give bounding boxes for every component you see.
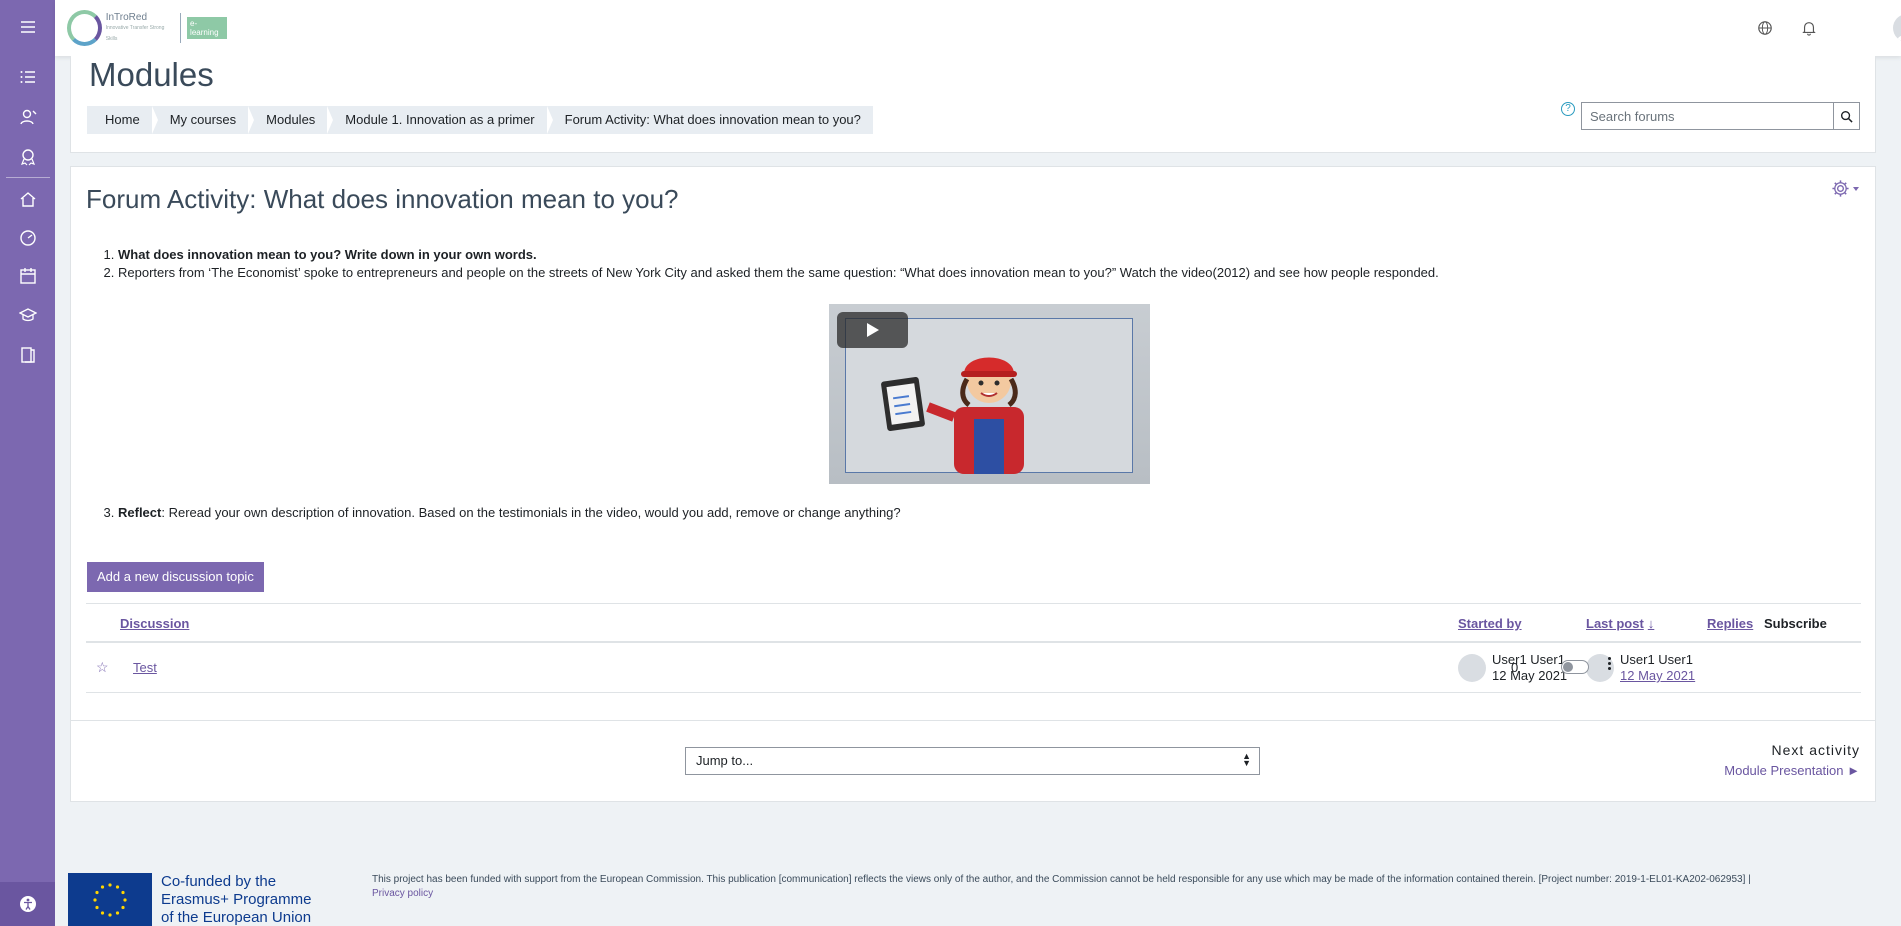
search-input[interactable] <box>1581 102 1834 130</box>
user-icon[interactable] <box>0 99 55 135</box>
language-icon[interactable] <box>1755 18 1775 38</box>
disclaimer-text: This project has been funded with suppor… <box>372 874 1751 885</box>
left-sidebar <box>0 0 55 926</box>
intro-list: What does innovation mean to you? Write … <box>118 246 1439 282</box>
menu-icon[interactable] <box>0 9 55 45</box>
courses-icon[interactable] <box>0 297 55 333</box>
star-icon[interactable]: ☆ <box>96 659 109 676</box>
started-by-date: 12 May 2021 <box>1492 668 1568 683</box>
accessibility-icon[interactable] <box>0 882 55 926</box>
section-divider <box>71 720 1875 721</box>
user-avatar[interactable] <box>1893 14 1901 42</box>
dashboard-icon[interactable] <box>0 220 55 256</box>
eu-funding-text: Co-funded by the Erasmus+ Programme of t… <box>161 873 311 926</box>
next-activity-label: Next activity <box>1771 742 1860 758</box>
logo-mark <box>67 10 102 46</box>
reflect-item: Reflect: Reread your own description of … <box>118 505 901 520</box>
forum-search <box>1581 102 1860 130</box>
list-icon[interactable] <box>0 59 55 95</box>
started-by-name: User1 User1 <box>1492 652 1565 667</box>
discussion-topic-link[interactable]: Test <box>133 660 157 675</box>
sort-arrow-icon: ↓ <box>1647 616 1655 631</box>
replies-count: 0 <box>1511 660 1519 675</box>
avatar <box>1458 654 1486 682</box>
last-post-cell: User1 User1 12 May 2021 <box>1586 652 1695 684</box>
badge-icon[interactable] <box>0 139 55 175</box>
header-subscribe: Subscribe <box>1764 616 1827 631</box>
forum-main: Forum Activity: What does innovation mea… <box>70 166 1876 802</box>
sidebar-divider <box>6 177 50 178</box>
last-post-name: User1 User1 <box>1620 652 1693 667</box>
eu-flag-logo <box>68 873 152 926</box>
header-last-post[interactable]: Last post ↓ <box>1586 616 1654 631</box>
table-row: ☆ Test User1 User1 12 May 2021 User1 Use… <box>86 643 1861 693</box>
last-post-date-link[interactable]: 12 May 2021 <box>1620 668 1695 683</box>
home-icon[interactable] <box>0 181 55 217</box>
breadcrumb: Home My courses Modules Module 1. Innova… <box>87 106 873 134</box>
header-last-post-label: Last post <box>1586 616 1644 631</box>
intro-item-text: What does innovation mean to you? Write … <box>118 247 537 262</box>
eu-stars <box>93 882 127 917</box>
calendar-icon[interactable] <box>0 258 55 294</box>
eu-line-3: of the European Union <box>161 909 312 926</box>
activity-title: Forum Activity: What does innovation mea… <box>86 184 679 214</box>
more-actions-icon[interactable] <box>1608 657 1612 670</box>
jump-to-value: Jump to... <box>696 753 754 768</box>
discussion-table: Discussion Started by Last post ↓ Replies… <box>86 603 1861 693</box>
select-arrows-icon: ▲ ▼ <box>1242 751 1251 768</box>
gear-icon <box>1832 180 1849 197</box>
top-navbar: InTroRed Innovative Transfer Strong Skil… <box>55 0 1901 56</box>
header-replies[interactable]: Replies <box>1707 616 1753 631</box>
play-icon[interactable] <box>837 312 908 348</box>
reflect-text: : Reread your own description of innovat… <box>161 505 901 520</box>
header-discussion[interactable]: Discussion <box>120 616 189 631</box>
breadcrumb-module-1[interactable]: Module 1. Innovation as a primer <box>327 106 553 134</box>
search-button[interactable] <box>1834 102 1860 130</box>
book-icon[interactable] <box>0 337 55 373</box>
header-started-by[interactable]: Started by <box>1458 616 1522 631</box>
subscribe-toggle[interactable] <box>1561 660 1589 674</box>
breadcrumb-my-courses[interactable]: My courses <box>152 106 255 134</box>
page-title: Modules <box>89 56 214 93</box>
site-logo[interactable]: InTroRed Innovative Transfer Strong Skil… <box>67 5 227 51</box>
privacy-policy-link[interactable]: Privacy policy <box>372 888 433 899</box>
settings-menu[interactable] <box>1831 179 1859 198</box>
eu-line-1: Co-funded by the <box>161 873 277 890</box>
bell-icon[interactable] <box>1799 18 1819 38</box>
breadcrumb-forum-activity[interactable]: Forum Activity: What does innovation mea… <box>547 106 873 134</box>
breadcrumb-modules[interactable]: Modules <box>248 106 334 134</box>
table-header: Discussion Started by Last post ↓ Replies… <box>86 603 1861 643</box>
chevron-down-icon <box>1853 186 1859 191</box>
jump-to-select[interactable]: Jump to... ▲ ▼ <box>685 747 1260 775</box>
reflect-label: Reflect <box>118 505 162 520</box>
footer-disclaimer: This project has been funded with suppor… <box>372 873 1872 901</box>
logo-text: InTroRed <box>105 11 148 23</box>
page-header: Modules Home My courses Modules Module 1… <box>70 56 1876 153</box>
logo-badge: e-learning <box>187 17 227 39</box>
next-activity-link[interactable]: Module Presentation ► <box>1724 763 1860 778</box>
add-discussion-button[interactable]: Add a new discussion topic <box>87 562 264 592</box>
eu-line-2: Erasmus+ Programme <box>161 891 312 908</box>
help-icon[interactable]: ? <box>1561 102 1575 116</box>
logo-divider <box>180 13 182 43</box>
intro-item: Reporters from ‘The Economist’ spoke to … <box>118 264 1439 282</box>
search-icon <box>1840 110 1853 123</box>
logo-subtext: Innovative Transfer Strong Skills <box>105 24 165 42</box>
breadcrumb-home[interactable]: Home <box>87 106 158 134</box>
video-player[interactable] <box>829 304 1150 484</box>
intro-item: What does innovation mean to you? Write … <box>118 246 1439 264</box>
